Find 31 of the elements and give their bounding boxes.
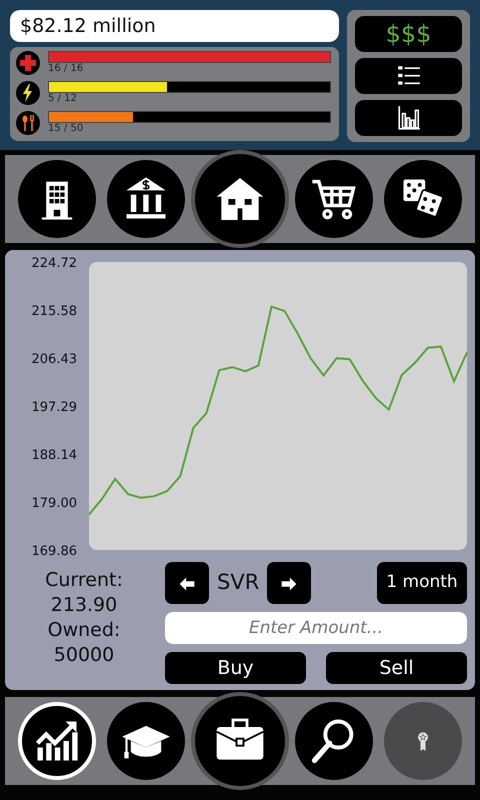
info-label: Current: (44, 568, 124, 593)
sell-button[interactable]: Sell (326, 652, 467, 684)
balance-display: $82.12 million (10, 10, 339, 42)
bar-chart-icon (396, 105, 422, 131)
y-tick-label: 224.72 (32, 256, 77, 271)
y-tick-label: 188.14 (32, 448, 77, 464)
utensils-icon (16, 111, 40, 135)
stat-reading: 16 / 16 (48, 63, 84, 75)
y-tick-label: 215.58 (32, 304, 77, 319)
money-button[interactable]: $$$ (355, 16, 462, 52)
stock-symbol: SVR (217, 569, 260, 596)
next-button[interactable] (267, 562, 312, 604)
stat-reading: 15 / 50 (48, 123, 84, 135)
briefcase-nav-button[interactable] (194, 696, 285, 786)
period-button[interactable]: 1 month (377, 562, 467, 604)
info-value: 213.90 (50, 593, 118, 618)
info-label: Owned: (46, 618, 122, 643)
amount-field[interactable]: Enter Amount... (165, 612, 467, 644)
lightning-icon (16, 81, 40, 105)
medical-cross-icon (16, 51, 40, 75)
stat-reading: 5 / 12 (48, 93, 78, 105)
y-tick-label: 169.86 (32, 544, 77, 556)
chart-button[interactable] (355, 100, 462, 136)
list-button[interactable] (355, 58, 462, 94)
info-value: 50000 (52, 643, 116, 668)
home-nav-button[interactable] (194, 154, 285, 244)
previous-button[interactable] (165, 562, 209, 604)
y-tick-label: 197.29 (32, 400, 77, 415)
y-tick-label: 179.00 (32, 496, 77, 512)
buy-button[interactable]: Buy (165, 652, 306, 684)
y-tick-label: 206.43 (32, 352, 77, 368)
